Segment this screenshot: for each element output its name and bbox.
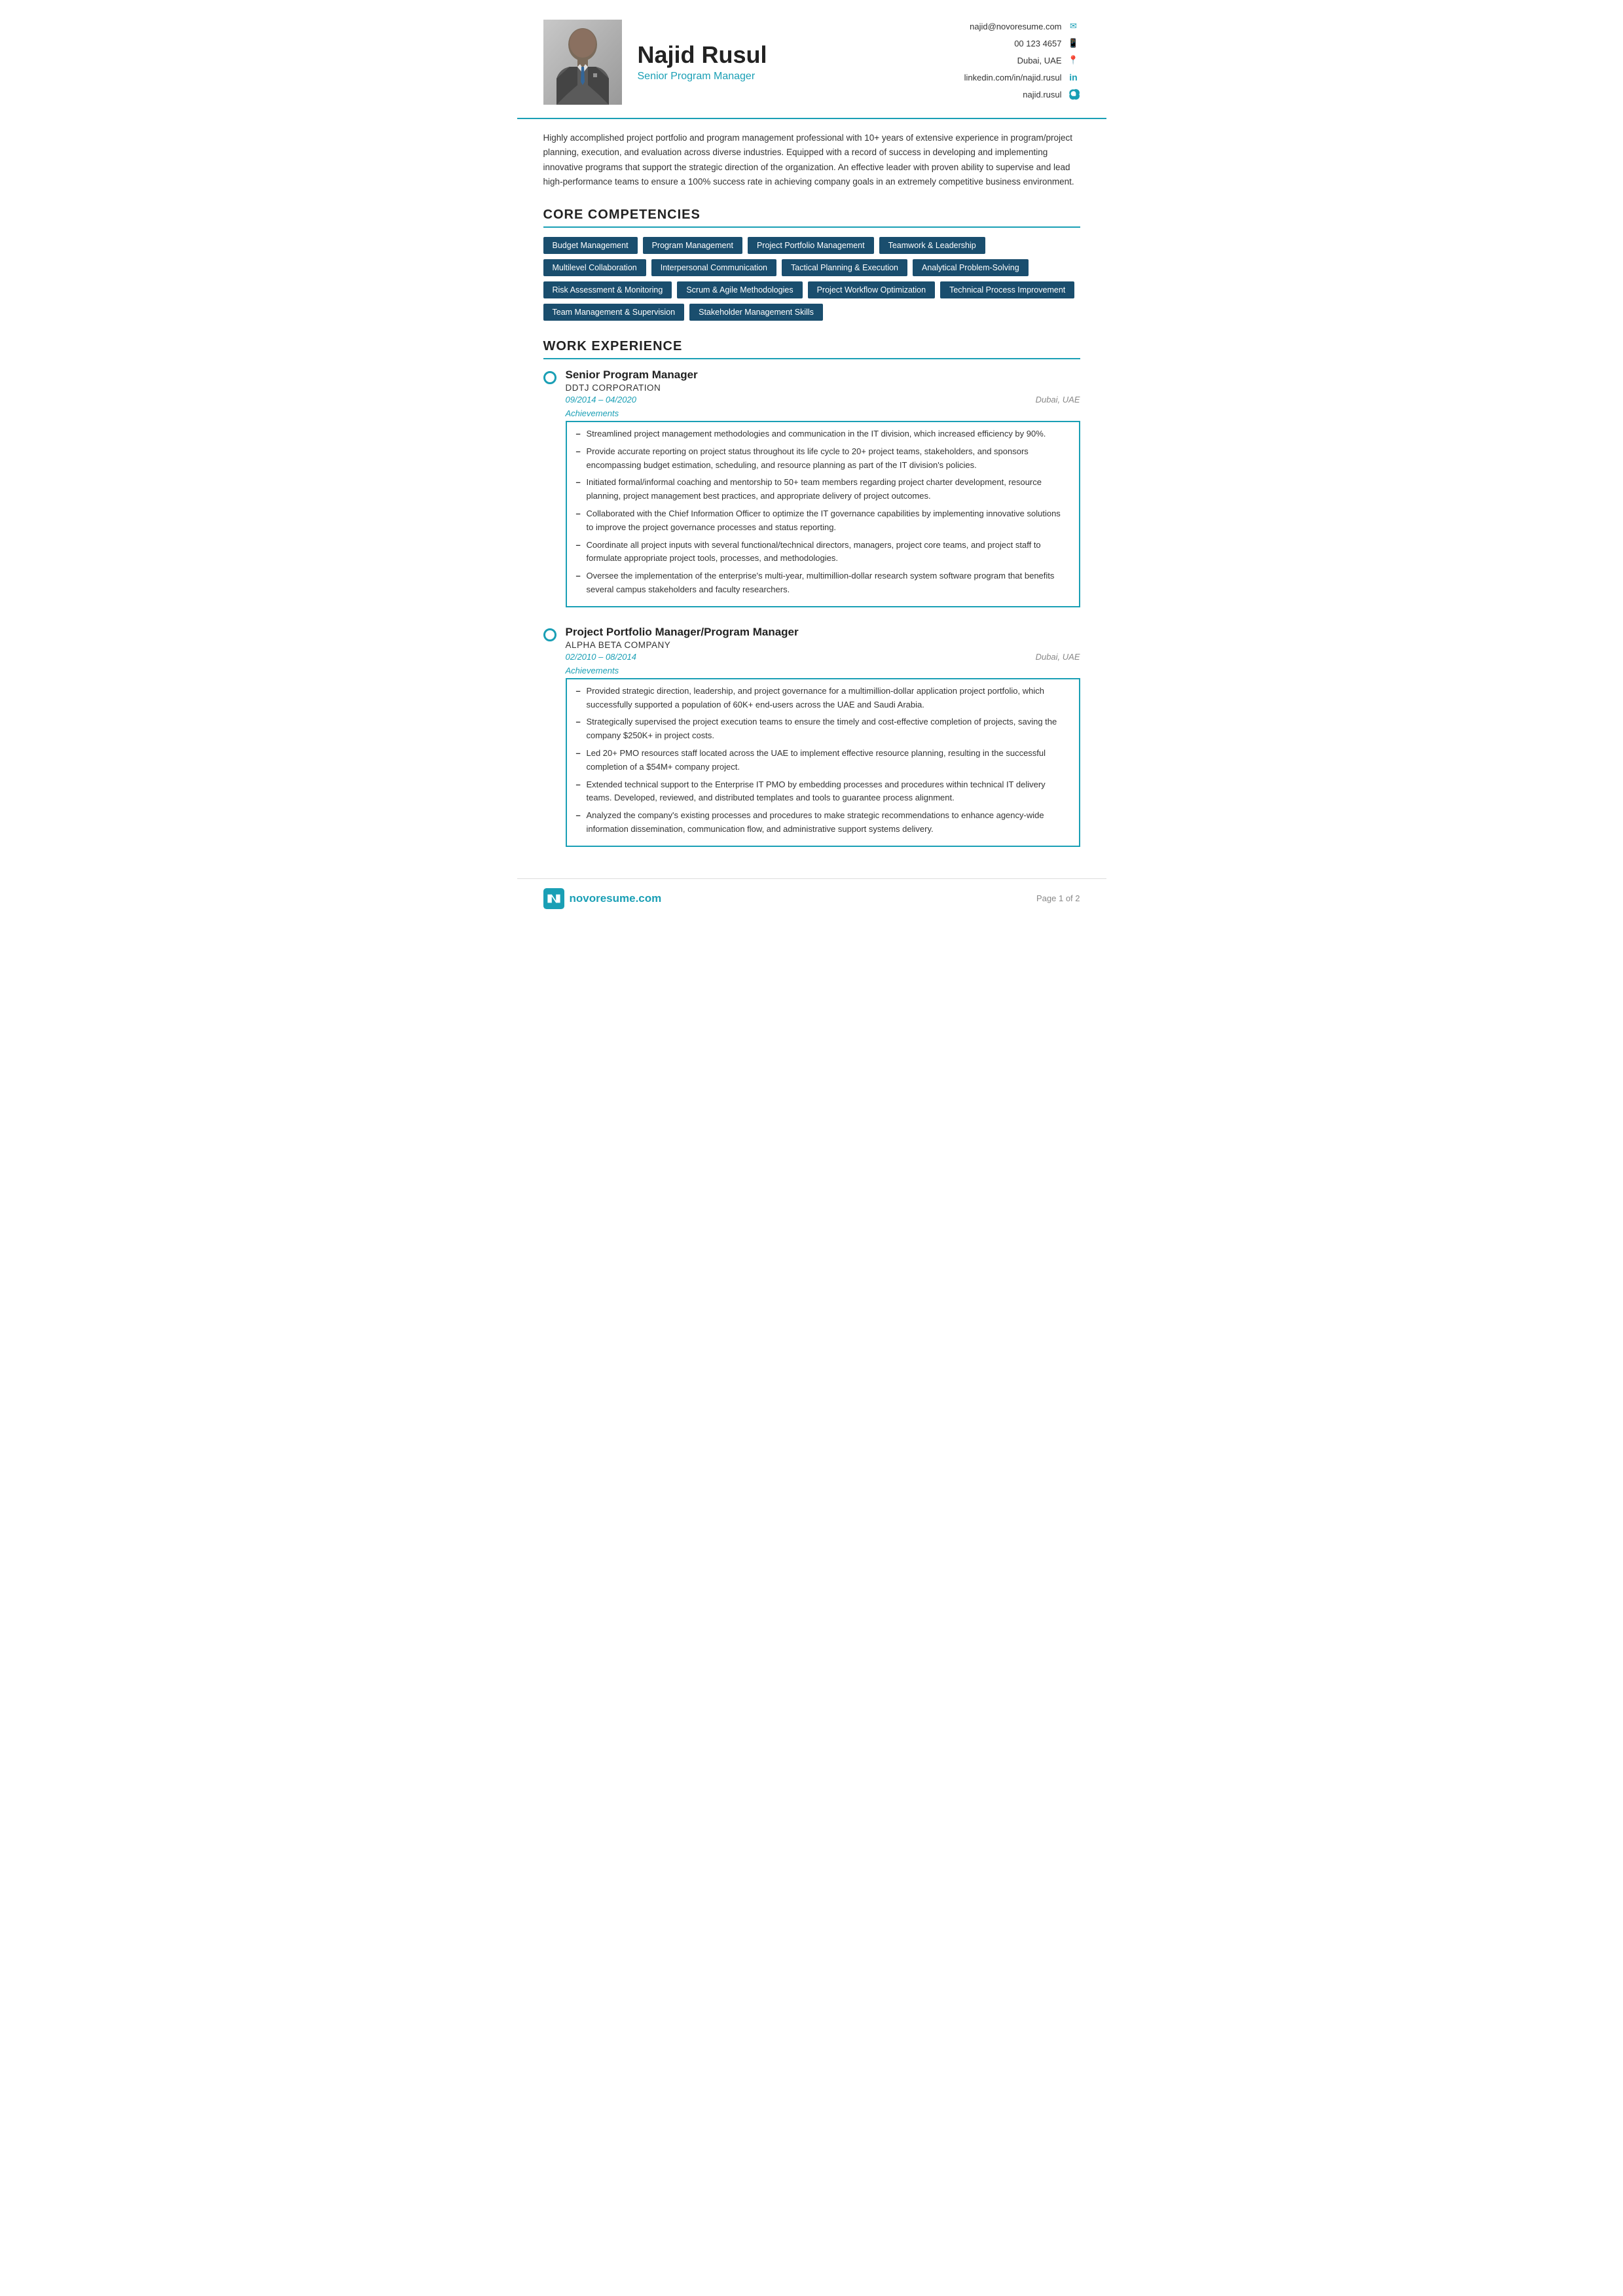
job-meta: 09/2014 – 04/2020 Dubai, UAE — [566, 395, 1080, 404]
job-dot-wrap — [543, 626, 556, 641]
job-title: Senior Program Manager — [638, 71, 964, 82]
competency-tag: Team Management & Supervision — [543, 304, 685, 321]
jobs-container: Senior Program Manager DDTJ CORPORATION … — [543, 368, 1080, 847]
job-entry: Senior Program Manager DDTJ CORPORATION … — [543, 368, 1080, 607]
job-company: ALPHA BETA COMPANY — [566, 640, 1080, 650]
location-item: Dubai, UAE 📍 — [964, 54, 1080, 67]
novoresume-logo-icon — [543, 888, 564, 909]
achievement-item: Provide accurate reporting on project st… — [576, 445, 1070, 473]
work-experience-title: WORK EXPERIENCE — [543, 339, 1080, 359]
avatar — [543, 20, 622, 105]
linkedin-icon: in — [1067, 71, 1080, 84]
achievements-box: Streamlined project management methodolo… — [566, 421, 1080, 607]
competency-tag: Project Workflow Optimization — [808, 281, 936, 298]
achievement-item: Initiated formal/informal coaching and m… — [576, 476, 1070, 503]
achievements-box: Provided strategic direction, leadership… — [566, 678, 1080, 847]
footer-logo-text: novoresume.com — [570, 892, 662, 905]
job-dot — [543, 628, 556, 641]
job-company: DDTJ CORPORATION — [566, 383, 1080, 393]
email-item: najid@novoresume.com ✉ — [964, 20, 1080, 33]
phone-icon: 📱 — [1067, 37, 1080, 50]
achievements-label: Achievements — [566, 666, 1080, 675]
competencies-section: CORE COMPETENCIES Budget Management Progr… — [517, 201, 1106, 332]
summary-text: Highly accomplished project portfolio an… — [543, 131, 1080, 189]
footer-logo: novoresume.com — [543, 888, 662, 909]
job-dates: 02/2010 – 08/2014 — [566, 652, 636, 662]
achievement-item: Led 20+ PMO resources staff located acro… — [576, 747, 1070, 774]
job-content: Senior Program Manager DDTJ CORPORATION … — [566, 368, 1080, 607]
job-header: Project Portfolio Manager/Program Manage… — [543, 626, 1080, 847]
achievement-item: Strategically supervised the project exe… — [576, 715, 1070, 743]
skype-item: najid.rusul — [964, 88, 1080, 101]
competency-tag: Technical Process Improvement — [940, 281, 1074, 298]
location-icon: 📍 — [1067, 54, 1080, 67]
competency-tag: Interpersonal Communication — [651, 259, 776, 276]
location-text: Dubai, UAE — [1017, 56, 1062, 65]
skype-icon — [1067, 88, 1080, 101]
job-content: Project Portfolio Manager/Program Manage… — [566, 626, 1080, 847]
competency-tag: Risk Assessment & Monitoring — [543, 281, 672, 298]
job-title-text: Senior Program Manager — [566, 368, 1080, 382]
competency-tag: Multilevel Collaboration — [543, 259, 646, 276]
skype-text: najid.rusul — [1023, 90, 1061, 99]
competency-tag: Program Management — [643, 237, 742, 254]
full-name: Najid Rusul — [638, 42, 964, 68]
achievements-list: Streamlined project management methodolo… — [576, 427, 1070, 597]
job-title-text: Project Portfolio Manager/Program Manage… — [566, 626, 1080, 639]
competency-tag: Project Portfolio Management — [748, 237, 874, 254]
achievement-item: Collaborated with the Chief Information … — [576, 507, 1070, 535]
job-dot-wrap — [543, 368, 556, 384]
achievement-item: Analyzed the company's existing processe… — [576, 809, 1070, 836]
achievement-item: Oversee the implementation of the enterp… — [576, 569, 1070, 597]
summary-section: Highly accomplished project portfolio an… — [517, 118, 1106, 201]
competencies-grid: Budget Management Program Management Proje… — [543, 237, 1080, 321]
job-entry: Project Portfolio Manager/Program Manage… — [543, 626, 1080, 847]
competency-tag: Scrum & Agile Methodologies — [677, 281, 802, 298]
name-title-block: Najid Rusul Senior Program Manager — [638, 42, 964, 82]
competency-tag: Teamwork & Leadership — [879, 237, 985, 254]
job-location: Dubai, UAE — [1036, 652, 1080, 662]
email-text: najid@novoresume.com — [970, 22, 1061, 31]
work-experience-section: WORK EXPERIENCE Senior Program Manager D… — [517, 332, 1106, 872]
linkedin-item: linkedin.com/in/najid.rusul in — [964, 71, 1080, 84]
achievement-item: Extended technical support to the Enterp… — [576, 778, 1070, 806]
phone-text: 00 123 4657 — [1014, 39, 1061, 48]
header: Najid Rusul Senior Program Manager najid… — [517, 0, 1106, 118]
job-header: Senior Program Manager DDTJ CORPORATION … — [543, 368, 1080, 607]
contact-info: najid@novoresume.com ✉ 00 123 4657 📱 Dub… — [964, 20, 1080, 105]
achievement-item: Streamlined project management methodolo… — [576, 427, 1070, 441]
job-dates: 09/2014 – 04/2020 — [566, 395, 636, 404]
footer-page: Page 1 of 2 — [1036, 893, 1080, 903]
achievements-list: Provided strategic direction, leadership… — [576, 685, 1070, 836]
achievements-label: Achievements — [566, 408, 1080, 418]
job-meta: 02/2010 – 08/2014 Dubai, UAE — [566, 652, 1080, 662]
competencies-title: CORE COMPETENCIES — [543, 207, 1080, 228]
competency-tag: Analytical Problem-Solving — [913, 259, 1029, 276]
phone-item: 00 123 4657 📱 — [964, 37, 1080, 50]
footer: novoresume.com Page 1 of 2 — [517, 878, 1106, 918]
linkedin-text: linkedin.com/in/najid.rusul — [964, 73, 1062, 82]
achievement-item: Coordinate all project inputs with sever… — [576, 539, 1070, 566]
competency-tag: Budget Management — [543, 237, 638, 254]
email-icon: ✉ — [1067, 20, 1080, 33]
achievement-item: Provided strategic direction, leadership… — [576, 685, 1070, 712]
competency-tag: Stakeholder Management Skills — [689, 304, 823, 321]
job-location: Dubai, UAE — [1036, 395, 1080, 404]
competency-tag: Tactical Planning & Execution — [782, 259, 907, 276]
job-dot — [543, 371, 556, 384]
